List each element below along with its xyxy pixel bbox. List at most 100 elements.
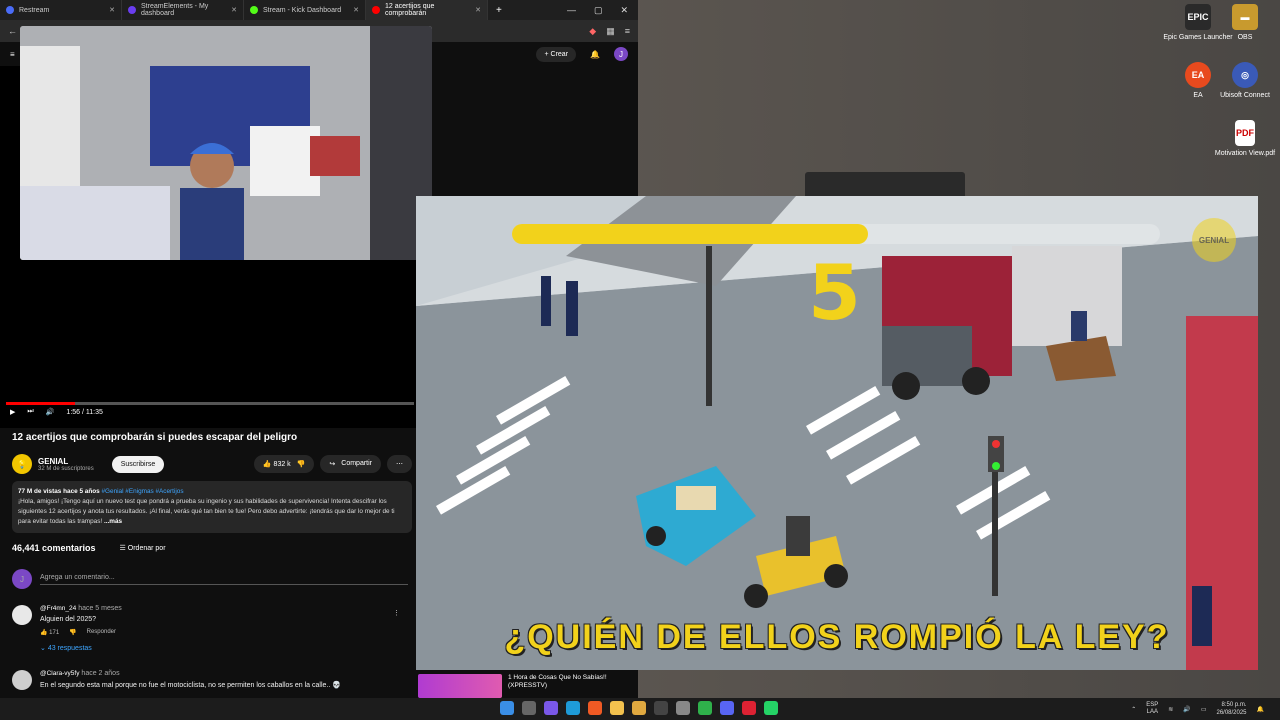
comments-header: 46,441 comentarios ☰ Ordenar por (12, 543, 166, 553)
create-label: Crear (550, 50, 569, 58)
commenter-avatar[interactable] (12, 670, 32, 690)
close-tab-icon[interactable]: ✕ (475, 6, 481, 14)
close-tab-icon[interactable]: ✕ (109, 6, 115, 14)
settings-icon[interactable] (676, 701, 690, 715)
desktop-icon-pdf[interactable]: PDF Motivation View.pdf (1210, 120, 1280, 158)
search-icon[interactable] (522, 701, 536, 715)
desktop-icon-obs[interactable]: ▬ OBS (1210, 4, 1280, 42)
tab-restream[interactable]: Restream ✕ (0, 0, 122, 20)
whatsapp-icon[interactable] (764, 701, 778, 715)
desktop-icon-ubisoft[interactable]: ◎ Ubisoft Connect (1210, 62, 1280, 100)
create-button[interactable]: + Crear (536, 46, 577, 62)
more-actions-button[interactable]: ⋯ (387, 455, 412, 473)
like-count: 832 k (273, 461, 291, 468)
taskbar: ⌃ ESP LAA ≋ 🔊 ▭ 8:50 p.m. 26/08/2025 🔔 (0, 698, 1280, 720)
user-avatar[interactable]: J (614, 47, 628, 61)
game-video-view: 5 GENIAL ¿QUIÉN DE ELLOS ROMPIÓ LA LEY? (416, 196, 1258, 670)
hamburger-menu-icon[interactable]: ≡ (10, 50, 15, 59)
commenter-avatar[interactable] (12, 605, 32, 625)
recommended-title: 1 Hora de Cosas Que No Sabías!! (XPRESST… (508, 674, 607, 689)
recommended-video[interactable]: 1 Hora de Cosas Que No Sabías!! (XPRESST… (418, 674, 638, 698)
subscribe-button[interactable]: Suscribirse (111, 455, 165, 473)
comment-count: 46,441 comentarios (12, 543, 96, 553)
show-more-link[interactable]: ...más (104, 518, 122, 525)
tray-chevron-icon[interactable]: ⌃ (1131, 706, 1136, 713)
clock-time: 8:50 p.m. (1221, 702, 1247, 708)
add-comment-input[interactable]: Agrega un comentario... (40, 574, 408, 585)
countdown-number: 5 (808, 248, 861, 337)
comment-text: En el segundo esta mal porque no fue el … (40, 682, 341, 689)
back-icon[interactable]: ← (8, 26, 17, 36)
comment-like-button[interactable]: 👍 171 (40, 629, 59, 636)
folder-icon[interactable] (632, 701, 646, 715)
new-tab-button[interactable]: + (488, 5, 510, 16)
extensions-icon[interactable]: ▦ (606, 26, 615, 37)
volume-icon[interactable]: 🔊 (46, 408, 55, 416)
tab-streamelements[interactable]: StreamElements - My dashboard ✕ (122, 0, 244, 20)
tab-label: Stream - Kick Dashboard (263, 6, 342, 14)
timer-bar-fill (512, 224, 869, 244)
obs-icon[interactable] (654, 701, 668, 715)
sort-icon: ☰ (119, 545, 126, 552)
pdf-file-icon: PDF (1235, 120, 1255, 146)
tab-kick[interactable]: Stream - Kick Dashboard ✕ (244, 0, 366, 20)
genial-watermark-logo: GENIAL (1192, 218, 1236, 262)
comment-like-count: 171 (49, 630, 60, 636)
taskbar-apps (500, 701, 778, 715)
video-details: 12 acertijos que comprobarán si puedes e… (12, 432, 412, 533)
maximize-button[interactable]: ▢ (594, 5, 603, 16)
next-icon[interactable]: ⏭ (27, 408, 33, 416)
battery-icon[interactable]: ▭ (1201, 706, 1207, 713)
subscriber-count: 32 M de suscriptores (38, 465, 94, 472)
language-indicator[interactable]: ESP LAA (1146, 702, 1158, 716)
close-window-button[interactable]: ✕ (620, 5, 628, 16)
brave-shield-icon[interactable]: ◆ (589, 26, 596, 37)
clock[interactable]: 8:50 p.m. 26/08/2025 (1216, 701, 1246, 717)
tab-label: StreamElements - My dashboard (141, 3, 209, 17)
minimize-button[interactable]: — (567, 5, 576, 16)
tab-label: 12 acertijos que comprobarán (385, 3, 435, 17)
dislike-button[interactable]: 👎 (297, 460, 306, 468)
windows-start-icon[interactable] (500, 701, 514, 715)
notifications-bell-icon[interactable]: 🔔 (590, 50, 600, 59)
brave-icon[interactable] (588, 701, 602, 715)
share-button[interactable]: ↪ Compartir (320, 455, 381, 473)
channel-name[interactable]: GENIAL (38, 457, 94, 466)
close-tab-icon[interactable]: ✕ (353, 6, 359, 14)
discord-icon[interactable] (720, 701, 734, 715)
notifications-icon[interactable]: 🔔 (1257, 706, 1264, 713)
channel-avatar[interactable]: 💡 (12, 454, 32, 474)
xbox-icon[interactable] (698, 701, 712, 715)
sort-button[interactable]: ☰ Ordenar por (120, 544, 166, 552)
user-avatar: J (12, 569, 32, 589)
file-explorer-icon[interactable] (610, 701, 624, 715)
channel-info: GENIAL 32 M de suscriptores (38, 457, 94, 472)
comment-author[interactable]: @Fr4mn_24 (40, 605, 76, 612)
clock-date: 26/08/2025 (1216, 710, 1247, 716)
share-label: Compartir (341, 460, 372, 467)
comment-dislike-button[interactable]: 👎 (69, 629, 76, 636)
hashtags[interactable]: #Genial #Enigmas #Acertijos (101, 488, 183, 495)
system-tray: ⌃ ESP LAA ≋ 🔊 ▭ 8:50 p.m. 26/08/2025 🔔 (1131, 701, 1264, 717)
desktop-icon-label: Motivation View.pdf (1214, 150, 1276, 157)
comment-menu-icon[interactable]: ⋮ (393, 609, 400, 617)
volume-icon[interactable]: 🔊 (1183, 706, 1190, 713)
wifi-icon[interactable]: ≋ (1168, 706, 1173, 713)
menu-icon[interactable]: ≡ (625, 26, 630, 36)
language-code: ESP (1146, 702, 1159, 708)
comment-author[interactable]: @Clara-vy5fy (40, 670, 79, 677)
edge-icon[interactable] (566, 701, 580, 715)
desktop-icon-label: OBS (1237, 34, 1253, 41)
close-tab-icon[interactable]: ✕ (231, 6, 237, 14)
video-description[interactable]: 77 M de vistas hace 5 años #Genial #Enig… (12, 481, 412, 533)
view-replies-button[interactable]: ⌄ 43 respuestas (40, 644, 408, 652)
copilot-icon[interactable] (544, 701, 558, 715)
comment-actions: 👍 171 👎 Responder (40, 629, 408, 636)
recorder-icon[interactable] (742, 701, 756, 715)
like-button[interactable]: 👍 832 k (263, 460, 291, 468)
tab-youtube[interactable]: 12 acertijos que comprobarán ✕ (366, 0, 488, 20)
video-progress-bar[interactable] (6, 402, 414, 405)
channel-row: 💡 GENIAL 32 M de suscriptores Suscribirs… (12, 453, 412, 475)
play-icon[interactable]: ▶ (10, 408, 15, 416)
reply-button[interactable]: Responder (87, 629, 116, 636)
